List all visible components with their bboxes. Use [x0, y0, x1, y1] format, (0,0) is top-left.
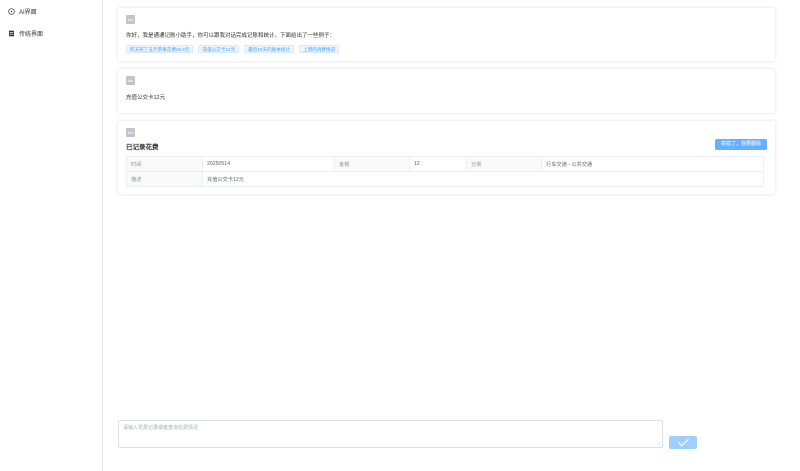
bot-greeting-card: bot 你好，我是通通记账小助手，你可以跟我对话完成记账和统计。下面给出了一些例…: [118, 8, 775, 61]
chat-area: bot 你好，我是通通记账小助手，你可以跟我对话完成记账和统计。下面给出了一些例…: [103, 0, 800, 471]
desc-value: 充值公交卡12元: [202, 171, 764, 187]
sidebar-item-traditional[interactable]: 传统界面: [0, 28, 102, 39]
example-chip[interactable]: 充值公交卡12元: [198, 45, 240, 53]
desc-label: 描述: [126, 171, 203, 187]
amount-value: 12: [409, 156, 467, 172]
example-chips: 昨天买了五斤苹果花费20.5元 充值公交卡12元 最近10天的账本统计 上周的消…: [126, 45, 340, 53]
sidebar-item-label: 传统界面: [19, 32, 44, 38]
example-chip[interactable]: 最近10天的账本统计: [244, 45, 295, 53]
input-placeholder: 请输入花费记录或者查询花费情况: [123, 425, 199, 431]
send-button[interactable]: [669, 436, 697, 449]
bot-avatar: bot: [126, 15, 135, 24]
check-icon: [677, 438, 689, 447]
category-value: 行车交通 - 公共交通: [541, 156, 764, 172]
table-icon: [8, 30, 15, 37]
amount-label: 金额: [334, 156, 410, 172]
greeting-text: 你好，我是通通记账小助手，你可以跟我对话完成记账和统计。下面给出了一些例子：: [126, 33, 336, 39]
time-value: 20250514: [202, 156, 335, 172]
record-details-table: 时间 20250514 金额 12 分类 行车交通 - 公共交通 描述 充值公交…: [126, 156, 764, 187]
bot-avatar: bot: [126, 128, 135, 137]
record-title: 已记录花费: [126, 144, 159, 151]
expense-input[interactable]: 请输入花费记录或者查询花费情况: [118, 420, 663, 448]
example-chip[interactable]: 昨天买了五斤苹果花费20.5元: [126, 45, 194, 53]
undo-delete-button[interactable]: 搞错了，我要删除: [714, 139, 767, 150]
sidebar: AI界面 传统界面: [0, 0, 103, 471]
table-row: 描述 充值公交卡12元: [126, 171, 764, 187]
user-message-card: Me 充值公交卡12元: [118, 69, 775, 113]
user-avatar: Me: [126, 76, 135, 85]
chat-circle-icon: [8, 8, 15, 15]
resize-handle-icon[interactable]: [656, 441, 661, 446]
time-label: 时间: [126, 156, 203, 172]
example-chip[interactable]: 上周的消费情况: [299, 45, 340, 53]
app-root: AI界面 传统界面 bot 你好，我是通通记账小助手，你可以跟我对话完成记账和统…: [0, 0, 800, 471]
table-row: 时间 20250514 金额 12 分类 行车交通 - 公共交通: [126, 156, 764, 172]
sidebar-item-label: AI界面: [19, 10, 37, 16]
sidebar-item-ai[interactable]: AI界面: [0, 6, 102, 17]
bot-record-card: bot 已记录花费 搞错了，我要删除 时间 20250514 金额 12 分类 …: [118, 121, 775, 194]
category-label: 分类: [466, 156, 542, 172]
user-message-text: 充值公交卡12元: [126, 95, 166, 101]
